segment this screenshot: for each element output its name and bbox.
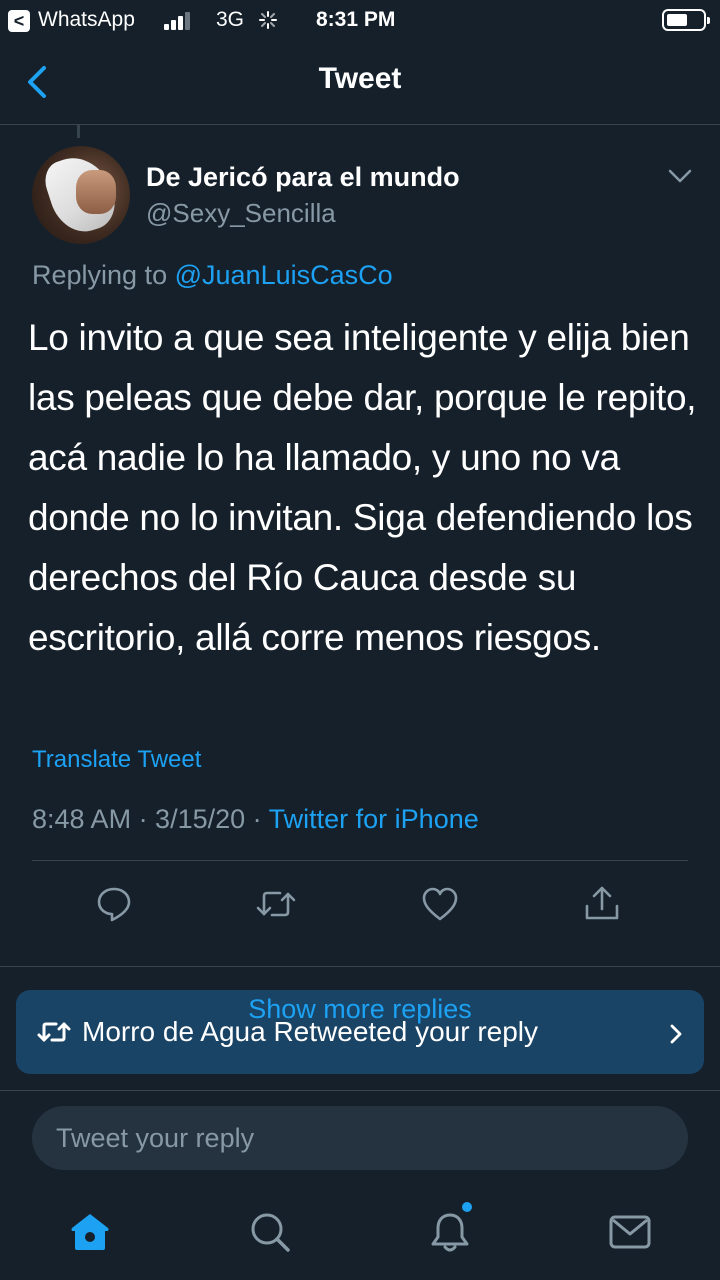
messages-icon [609, 1215, 651, 1249]
loading-spinner-icon [259, 11, 277, 29]
tweet-source-link[interactable]: Twitter for iPhone [269, 804, 479, 834]
tweet-body: Lo invito a que sea inteligente y elija … [28, 317, 697, 658]
signal-icon [164, 12, 196, 30]
tab-home[interactable] [66, 1208, 114, 1256]
chevron-right-icon[interactable] [666, 1020, 686, 1048]
author-handle[interactable]: @Sexy_Sencilla [146, 198, 336, 229]
status-bar: < WhatsApp 3G 8:31 PM [0, 0, 720, 40]
notifications-icon [431, 1213, 469, 1252]
top-navigation-bar: Tweet [0, 40, 720, 125]
reply-button[interactable] [90, 880, 138, 928]
author-name[interactable]: De Jericó para el mundo [146, 162, 460, 193]
share-icon [585, 886, 619, 920]
tab-notifications[interactable] [426, 1208, 474, 1256]
translate-tweet-link[interactable]: Translate Tweet [32, 746, 201, 774]
back-to-app-icon[interactable]: < [8, 10, 30, 32]
divider [0, 966, 720, 967]
clock: 8:31 PM [316, 8, 396, 31]
tweet-metadata: 8:48 AM · 3/15/20 · Twitter for iPhone [32, 804, 479, 835]
retweet-button[interactable] [252, 880, 300, 928]
avatar[interactable] [32, 146, 130, 244]
chevron-down-icon[interactable] [668, 168, 692, 184]
tab-messages[interactable] [606, 1208, 654, 1256]
notification-dot [462, 1202, 472, 1212]
page-title: Tweet [318, 62, 402, 95]
retweet-icon [37, 1022, 71, 1042]
reply-icon [97, 887, 131, 922]
banner-notification-text[interactable]: Morro de Agua Retweeted your reply [82, 1016, 538, 1048]
search-icon [251, 1213, 290, 1252]
divider [32, 860, 688, 861]
tweet-timestamp: 8:48 AM · 3/15/20 · [32, 804, 269, 834]
tab-search[interactable] [246, 1208, 294, 1256]
back-to-app-label[interactable]: WhatsApp [38, 8, 135, 32]
like-icon [422, 887, 458, 921]
tweet-reply-input[interactable] [32, 1106, 688, 1170]
like-button[interactable] [416, 880, 464, 928]
network-type: 3G [216, 8, 245, 31]
thread-connector-line [77, 124, 80, 138]
replying-to-line: Replying to @JuanLuisCasCo [32, 260, 393, 291]
battery-icon [662, 9, 710, 31]
replying-to-mention[interactable]: @JuanLuisCasCo [175, 260, 393, 290]
replying-to-prefix: Replying to [32, 260, 168, 290]
home-icon [71, 1214, 109, 1250]
divider [0, 1090, 720, 1091]
share-button[interactable] [578, 880, 626, 928]
retweet-icon [256, 891, 296, 917]
